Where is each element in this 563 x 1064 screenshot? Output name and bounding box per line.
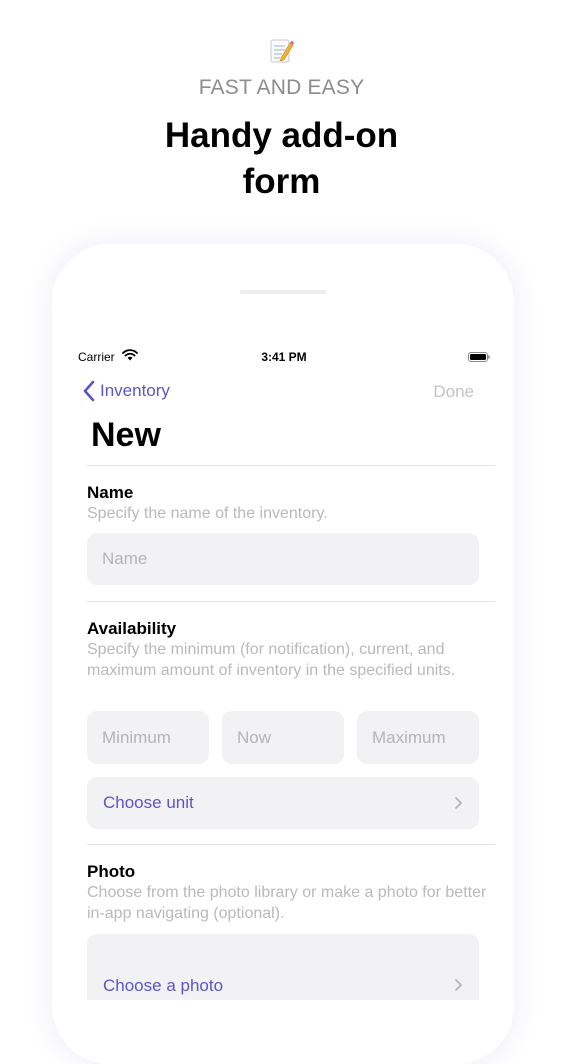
page-title: New (91, 416, 161, 454)
now-input[interactable]: Now (222, 711, 344, 764)
battery-icon (468, 351, 490, 362)
choose-photo-row[interactable]: Choose a photo (87, 934, 479, 1000)
chevron-left-icon (83, 380, 95, 402)
device-speaker (240, 290, 326, 294)
status-bar: Carrier 3:41 PM (78, 348, 490, 366)
back-button-label: Inventory (100, 381, 170, 400)
divider (87, 465, 495, 466)
choose-unit-label: Choose unit (103, 793, 194, 812)
availability-section-title: Availability (87, 619, 177, 638)
done-button[interactable]: Done (433, 382, 474, 402)
now-input-placeholder: Now (237, 727, 272, 747)
minimum-input[interactable]: Minimum (87, 711, 209, 764)
divider (87, 601, 495, 602)
status-time: 3:41 PM (261, 350, 307, 364)
maximum-input-placeholder: Maximum (372, 727, 446, 747)
name-input-placeholder: Name (102, 549, 148, 568)
chevron-right-icon (455, 797, 462, 809)
choose-unit-row[interactable]: Choose unit (87, 777, 479, 829)
promo-headline-line1: Handy add-on (164, 116, 399, 155)
maximum-input[interactable]: Maximum (357, 711, 479, 764)
divider (87, 844, 495, 845)
choose-photo-label: Choose a photo (103, 976, 224, 995)
navigation-bar: Inventory Done (78, 376, 478, 406)
memo-emoji-icon (270, 38, 294, 64)
name-section-title: Name (87, 483, 134, 502)
promo-headline-line2: form (242, 162, 321, 201)
back-button[interactable]: Inventory (82, 376, 170, 406)
promo-eyebrow: FAST AND EASY (198, 76, 365, 99)
name-section-description: Specify the name of the inventory. (87, 505, 328, 522)
chevron-right-icon (455, 979, 462, 991)
photo-section-description: Choose from the photo library or make a … (87, 884, 487, 922)
minimum-input-placeholder: Minimum (102, 727, 171, 747)
availability-section-description: Specify the minimum (for notification), … (87, 641, 456, 679)
photo-section-title: Photo (87, 862, 136, 881)
promo-headline: Handy add-on form (0, 113, 563, 205)
name-input[interactable]: Name (87, 533, 479, 585)
